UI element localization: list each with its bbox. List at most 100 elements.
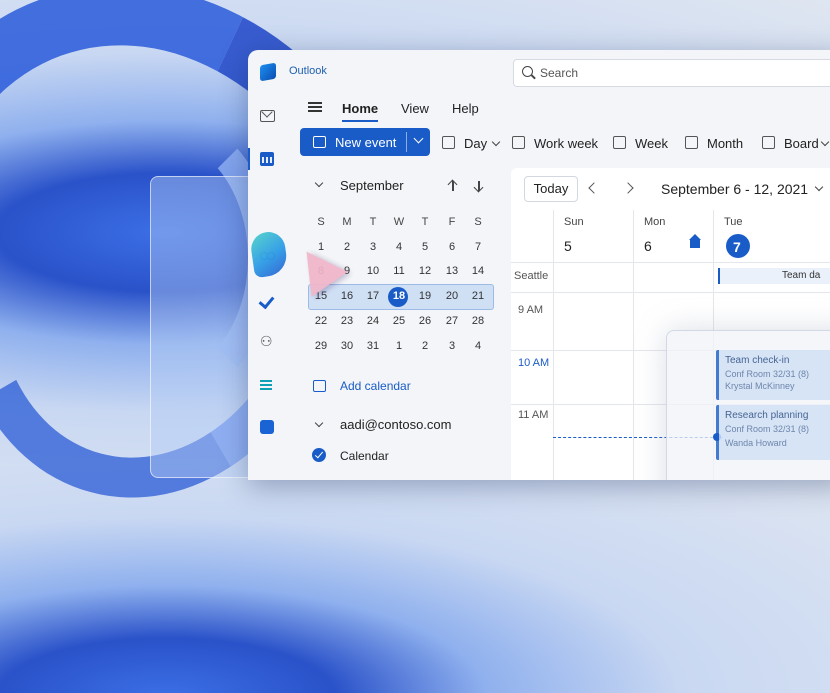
new-event-label: New event: [335, 135, 397, 150]
weekday-header: W: [393, 216, 405, 228]
minical-day[interactable]: 2: [334, 241, 360, 253]
viva-icon[interactable]: [260, 420, 274, 434]
minical-day[interactable]: 29: [308, 340, 334, 352]
minical-day[interactable]: 13: [439, 265, 465, 277]
tab-home[interactable]: Home: [342, 101, 379, 122]
title-bar: Outlook Search: [248, 50, 830, 94]
minical-day[interactable]: 5: [412, 241, 438, 253]
chevron-down-icon[interactable]: [491, 137, 501, 147]
minical-day[interactable]: 11: [386, 265, 412, 277]
event-title: Research planning: [725, 410, 809, 421]
view-week-button[interactable]: Week: [635, 136, 668, 151]
minical-day[interactable]: 16: [334, 290, 360, 302]
calendar-icon[interactable]: [260, 152, 274, 166]
minical-day[interactable]: 31: [360, 340, 386, 352]
all-day-event[interactable]: Team da: [718, 268, 830, 284]
minical-day[interactable]: 14: [465, 265, 491, 277]
view-day-button[interactable]: Day: [464, 136, 487, 151]
minical-day[interactable]: 25: [386, 315, 412, 327]
time-label-current: 10 AM: [518, 357, 550, 369]
chevron-down-icon[interactable]: [413, 133, 424, 144]
add-calendar-icon: [313, 380, 326, 392]
minical-day[interactable]: 7: [465, 241, 491, 253]
view-board-button[interactable]: Board: [784, 136, 819, 151]
collapse-chevron-icon[interactable]: [314, 418, 324, 428]
minical-day[interactable]: 6: [439, 241, 465, 253]
minical-day[interactable]: 23: [334, 315, 360, 327]
day-number-today[interactable]: 7: [733, 239, 741, 255]
add-calendar-link[interactable]: Add calendar: [340, 379, 411, 393]
minical-day[interactable]: 28: [465, 315, 491, 327]
calendar-event[interactable]: Research planning Conf Room 32/31 (8) Wa…: [716, 405, 830, 460]
account-name: aadi@contoso.com: [340, 417, 452, 432]
grid-line: [633, 210, 634, 480]
event-location: Conf Room 32/31 (8): [725, 369, 810, 379]
weekday-header: F: [448, 216, 456, 228]
forms-icon[interactable]: [260, 379, 274, 393]
weekday-header: M: [342, 216, 352, 228]
app-name: Outlook: [289, 65, 327, 77]
event-organizer: Wanda Howard: [725, 438, 787, 448]
minical-day[interactable]: 17: [360, 290, 386, 302]
time-label: 9 AM: [518, 304, 544, 316]
minical-day[interactable]: 27: [439, 315, 465, 327]
weekday-header: S: [474, 216, 482, 228]
tab-help[interactable]: Help: [452, 101, 479, 116]
calendar-event[interactable]: Team check-in Conf Room 32/31 (8) Krysta…: [716, 350, 830, 400]
grid-line: [553, 210, 554, 480]
todo-icon[interactable]: [260, 294, 274, 308]
day-view-icon: [442, 136, 455, 149]
minical-day[interactable]: 20: [439, 290, 465, 302]
event-organizer: Krystal McKinney: [725, 381, 795, 391]
minical-month: September: [340, 178, 404, 193]
minical-day[interactable]: 21: [465, 290, 491, 302]
minical-day[interactable]: 4: [386, 241, 412, 253]
minical-day[interactable]: 18: [386, 290, 412, 302]
time-label: 11 AM: [518, 409, 549, 421]
minical-day[interactable]: 3: [360, 241, 386, 253]
minical-day[interactable]: 24: [360, 315, 386, 327]
minical-day[interactable]: 26: [412, 315, 438, 327]
timezone-label: Seattle: [514, 270, 549, 282]
minical-day[interactable]: 4: [465, 340, 491, 352]
groups-icon[interactable]: [260, 334, 274, 351]
hamburger-menu-icon[interactable]: [308, 102, 322, 104]
copilot-icon[interactable]: [249, 229, 289, 279]
view-month-button[interactable]: Month: [707, 136, 743, 151]
mail-icon[interactable]: [260, 110, 275, 122]
minical-day[interactable]: 19: [412, 290, 438, 302]
app-rail: [248, 94, 289, 480]
month-icon: [685, 136, 698, 149]
day-number[interactable]: 6: [644, 238, 652, 254]
view-work-week-button[interactable]: Work week: [534, 136, 598, 151]
board-icon: [762, 136, 775, 149]
next-month-icon[interactable]: [478, 181, 480, 191]
minical-day[interactable]: 30: [334, 340, 360, 352]
home-icon: [689, 234, 701, 248]
weekday-header: T: [421, 216, 429, 228]
week-icon: [613, 136, 626, 149]
event-title: Team check-in: [725, 355, 790, 366]
weekday-header: S: [317, 216, 325, 228]
minical-day[interactable]: 1: [386, 340, 412, 352]
minical-day[interactable]: 12: [412, 265, 438, 277]
previous-month-icon[interactable]: [452, 181, 454, 191]
calendar-checkbox[interactable]: [312, 448, 326, 462]
day-number[interactable]: 5: [564, 238, 572, 254]
date-range-title[interactable]: September 6 - 12, 2021: [661, 181, 808, 197]
day-name: Tue: [724, 216, 743, 228]
all-day-event-title: Team da: [782, 270, 821, 281]
new-event-button[interactable]: New event: [300, 128, 430, 156]
collapse-chevron-icon[interactable]: [314, 178, 324, 188]
grid-line: [511, 292, 830, 293]
today-button[interactable]: Today: [524, 176, 578, 202]
minical-day[interactable]: 22: [308, 315, 334, 327]
event-location: Conf Room 32/31 (8): [725, 424, 810, 434]
tab-view[interactable]: View: [401, 101, 429, 116]
search-input[interactable]: Search: [513, 59, 830, 87]
minical-day[interactable]: 3: [439, 340, 465, 352]
minical-day[interactable]: 10: [360, 265, 386, 277]
chevron-down-icon[interactable]: [820, 137, 830, 147]
minical-day[interactable]: 2: [412, 340, 438, 352]
calendar-name: Calendar: [340, 449, 389, 463]
